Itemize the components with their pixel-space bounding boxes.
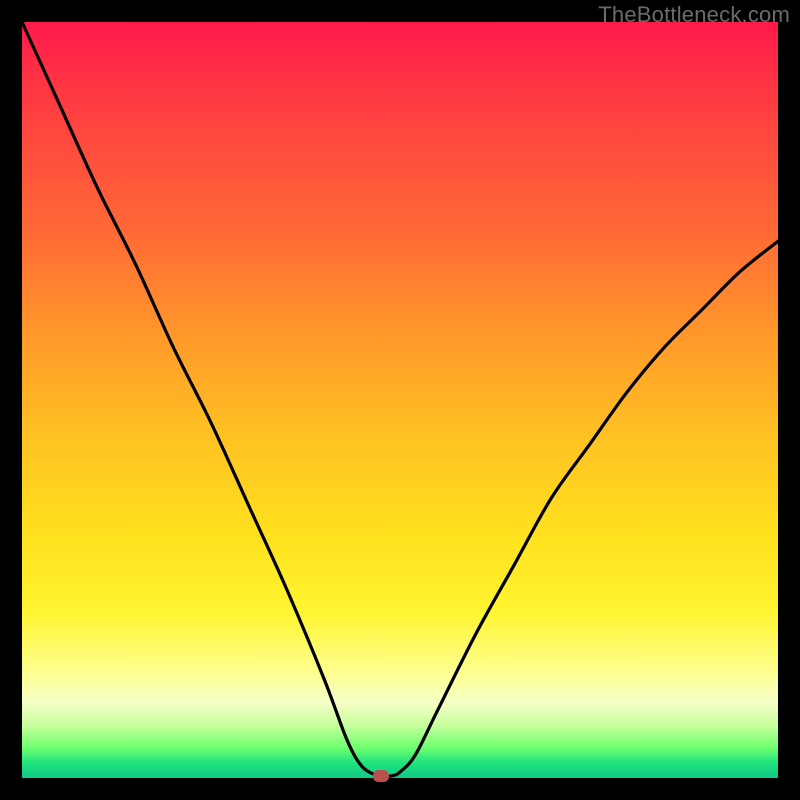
bottleneck-marker	[373, 770, 389, 782]
chart-frame: TheBottleneck.com	[0, 0, 800, 800]
plot-area	[22, 22, 778, 778]
bottleneck-curve	[22, 22, 778, 778]
